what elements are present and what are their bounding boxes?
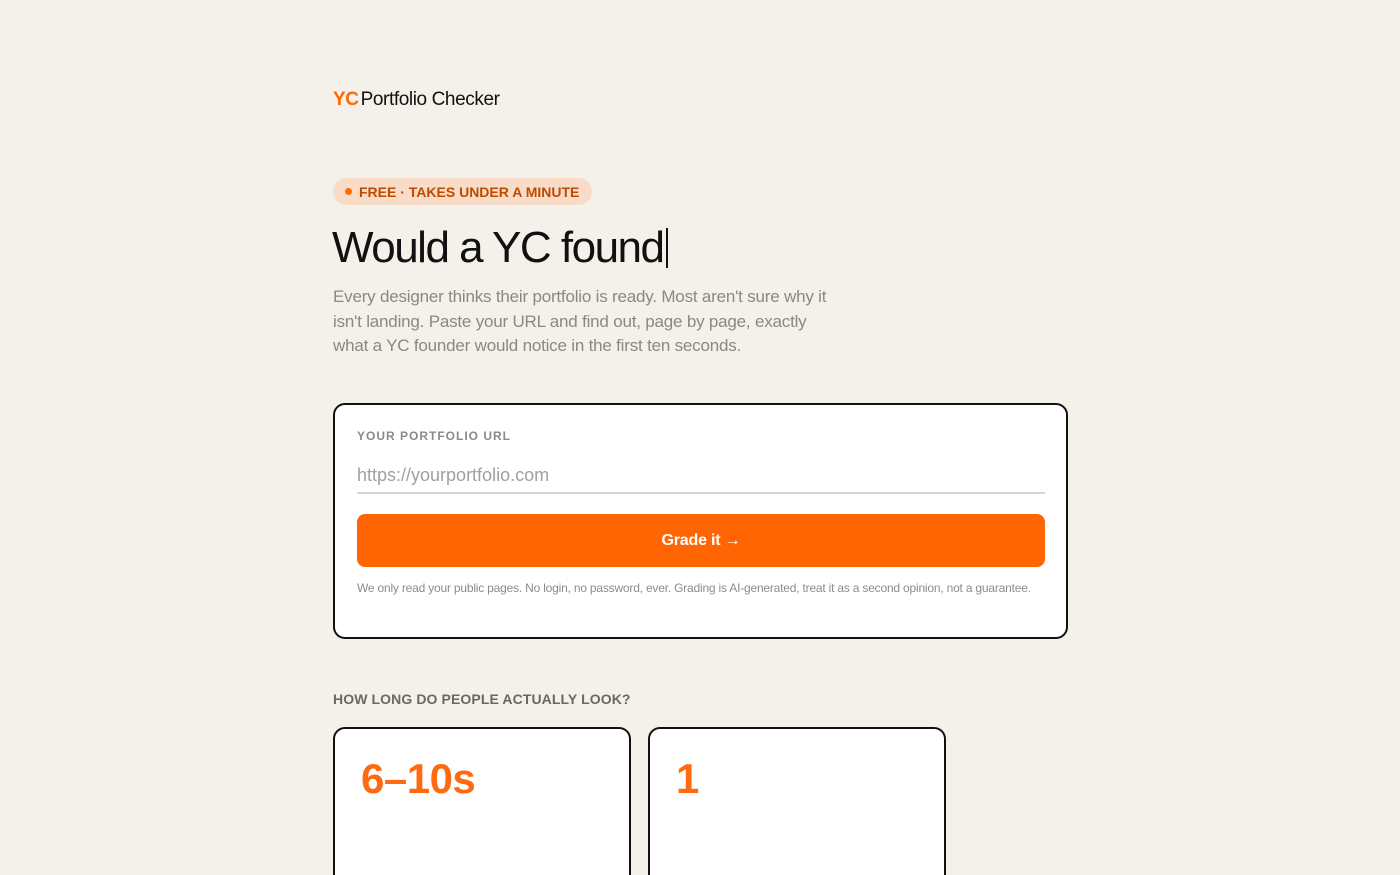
headline-text: Would a YC found xyxy=(332,223,665,272)
stat-card: 6–10s xyxy=(333,727,631,875)
url-field-label: YOUR PORTFOLIO URL xyxy=(357,429,511,443)
free-badge: FREE · TAKES UNDER A MINUTE xyxy=(333,178,593,205)
badge-label: FREE · TAKES UNDER A MINUTE xyxy=(359,183,580,200)
logo-text: Portfolio Checker xyxy=(360,89,500,110)
page-title: Would a YC found xyxy=(332,222,668,274)
url-form-card: YOUR PORTFOLIO URL Grade it → We only re… xyxy=(333,403,1068,639)
logo-mark: YC xyxy=(333,89,359,110)
dot-icon xyxy=(345,188,352,195)
stats-section-heading: HOW LONG DO PEOPLE ACTUALLY LOOK? xyxy=(333,691,631,707)
portfolio-url-input[interactable] xyxy=(357,458,1045,494)
grade-it-button[interactable]: Grade it → xyxy=(357,514,1045,567)
hero-subtitle: Every designer thinks their portfolio is… xyxy=(333,287,827,355)
logo[interactable]: YC Portfolio Checker xyxy=(333,89,500,111)
privacy-disclaimer: We only read your public pages. No login… xyxy=(357,581,1031,595)
typing-caret xyxy=(665,228,668,268)
stat-value: 1 xyxy=(676,755,699,802)
page: YC Portfolio Checker FREE · TAKES UNDER … xyxy=(0,0,1400,875)
stat-card: 1 xyxy=(648,727,946,875)
stat-value: 6–10s xyxy=(361,755,476,802)
